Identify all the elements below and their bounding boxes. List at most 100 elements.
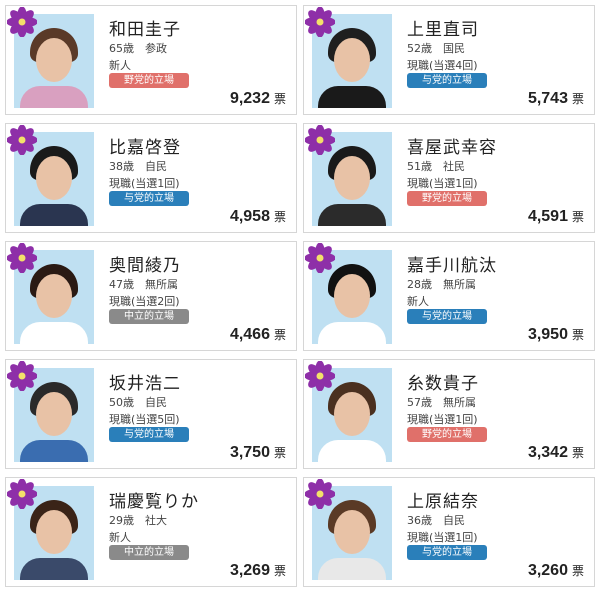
vote-number: 3,750 bbox=[229, 444, 270, 461]
flower-icon bbox=[7, 125, 37, 155]
candidate-name: 奥間綾乃 bbox=[109, 256, 181, 276]
candidate-age-party: 51歳 社民 bbox=[407, 160, 465, 173]
photo-face bbox=[36, 38, 72, 82]
stance-badge: 中立的立場 bbox=[109, 309, 189, 324]
candidate-name: 糸数貴子 bbox=[407, 374, 479, 394]
candidate-age-party: 57歳 無所属 bbox=[407, 396, 476, 409]
vote-count: 3,269 票 bbox=[230, 562, 286, 580]
flower-icon bbox=[305, 125, 335, 155]
photo-clothes bbox=[318, 440, 386, 462]
vote-unit: 票 bbox=[273, 328, 286, 342]
photo-clothes bbox=[318, 86, 386, 108]
candidate-status: 現職(当選4回) bbox=[407, 59, 478, 72]
candidate-age-party: 38歳 自民 bbox=[109, 160, 167, 173]
candidate-card-7[interactable]: 坂井浩二 50歳 自民 現職(当選5回) 与党的立場 3,750 票 bbox=[5, 359, 297, 469]
vote-unit: 票 bbox=[571, 564, 584, 578]
photo-clothes bbox=[318, 558, 386, 580]
candidate-status: 現職(当選1回) bbox=[407, 531, 478, 544]
flower-icon bbox=[7, 479, 37, 509]
candidate-status: 新人 bbox=[109, 59, 131, 72]
photo-face bbox=[334, 38, 370, 82]
candidate-status: 現職(当選2回) bbox=[109, 295, 180, 308]
candidate-name: 坂井浩二 bbox=[109, 374, 181, 394]
candidate-card-3[interactable]: 比嘉啓登 38歳 自民 現職(当選1回) 与党的立場 4,958 票 bbox=[5, 123, 297, 233]
candidate-card-6[interactable]: 嘉手川航汰 28歳 無所属 新人 与党的立場 3,950 票 bbox=[303, 241, 595, 351]
vote-count: 4,958 票 bbox=[230, 208, 286, 226]
vote-number: 4,466 bbox=[229, 326, 270, 343]
flower-icon bbox=[305, 361, 335, 391]
vote-number: 3,269 bbox=[229, 562, 270, 579]
candidate-card-10[interactable]: 上原結奈 36歳 自民 現職(当選1回) 与党的立場 3,260 票 bbox=[303, 477, 595, 587]
vote-unit: 票 bbox=[571, 328, 584, 342]
photo-clothes bbox=[318, 322, 386, 344]
flower-icon bbox=[305, 479, 335, 509]
candidate-card-5[interactable]: 奥間綾乃 47歳 無所属 現職(当選2回) 中立的立場 4,466 票 bbox=[5, 241, 297, 351]
vote-count: 3,750 票 bbox=[230, 444, 286, 462]
photo-clothes bbox=[20, 558, 88, 580]
vote-count: 9,232 票 bbox=[230, 90, 286, 108]
vote-unit: 票 bbox=[571, 210, 584, 224]
candidate-status: 現職(当選1回) bbox=[407, 413, 478, 426]
vote-number: 9,232 bbox=[229, 90, 270, 107]
flower-icon bbox=[305, 7, 335, 37]
candidate-age-party: 29歳 社大 bbox=[109, 514, 167, 527]
photo-clothes bbox=[20, 204, 88, 226]
vote-number: 3,342 bbox=[527, 444, 568, 461]
vote-number: 3,260 bbox=[527, 562, 568, 579]
stance-badge: 与党的立場 bbox=[109, 427, 189, 442]
photo-face bbox=[36, 392, 72, 436]
candidate-name: 上原結奈 bbox=[407, 492, 479, 512]
candidate-card-2[interactable]: 上里直司 52歳 国民 現職(当選4回) 与党的立場 5,743 票 bbox=[303, 5, 595, 115]
flower-icon bbox=[7, 361, 37, 391]
candidate-status: 現職(当選1回) bbox=[109, 177, 180, 190]
photo-face bbox=[36, 510, 72, 554]
vote-unit: 票 bbox=[273, 564, 286, 578]
candidate-status: 新人 bbox=[109, 531, 131, 544]
candidate-card-8[interactable]: 糸数貴子 57歳 無所属 現職(当選1回) 野党的立場 3,342 票 bbox=[303, 359, 595, 469]
stance-badge: 与党的立場 bbox=[407, 73, 487, 88]
vote-unit: 票 bbox=[273, 210, 286, 224]
candidate-age-party: 47歳 無所属 bbox=[109, 278, 178, 291]
candidate-status: 現職(当選1回) bbox=[407, 177, 478, 190]
candidate-age-party: 28歳 無所属 bbox=[407, 278, 476, 291]
photo-face bbox=[334, 392, 370, 436]
vote-unit: 票 bbox=[273, 92, 286, 106]
vote-count: 5,743 票 bbox=[528, 90, 584, 108]
vote-unit: 票 bbox=[571, 92, 584, 106]
vote-count: 3,342 票 bbox=[528, 444, 584, 462]
candidate-card-1[interactable]: 和田圭子 65歳 参政 新人 野党的立場 9,232 票 bbox=[5, 5, 297, 115]
candidate-age-party: 36歳 自民 bbox=[407, 514, 465, 527]
photo-face bbox=[334, 510, 370, 554]
vote-count: 4,466 票 bbox=[230, 326, 286, 344]
photo-face bbox=[334, 274, 370, 318]
vote-unit: 票 bbox=[571, 446, 584, 460]
candidate-name: 瑞慶覧りか bbox=[109, 492, 199, 512]
candidate-name: 嘉手川航汰 bbox=[407, 256, 497, 276]
stance-badge: 与党的立場 bbox=[109, 191, 189, 206]
candidate-age-party: 52歳 国民 bbox=[407, 42, 465, 55]
candidate-age-party: 65歳 参政 bbox=[109, 42, 167, 55]
candidate-name: 比嘉啓登 bbox=[109, 138, 181, 158]
candidate-grid: 和田圭子 65歳 参政 新人 野党的立場 9,232 票 上里直司 52歳 国民 … bbox=[5, 5, 595, 587]
stance-badge: 野党的立場 bbox=[109, 73, 189, 88]
photo-clothes bbox=[318, 204, 386, 226]
vote-number: 5,743 bbox=[527, 90, 568, 107]
flower-icon bbox=[7, 7, 37, 37]
photo-face bbox=[36, 156, 72, 200]
candidate-name: 上里直司 bbox=[407, 20, 479, 40]
photo-clothes bbox=[20, 440, 88, 462]
vote-unit: 票 bbox=[273, 446, 286, 460]
candidate-card-9[interactable]: 瑞慶覧りか 29歳 社大 新人 中立的立場 3,269 票 bbox=[5, 477, 297, 587]
vote-count: 3,950 票 bbox=[528, 326, 584, 344]
candidate-card-4[interactable]: 喜屋武幸容 51歳 社民 現職(当選1回) 野党的立場 4,591 票 bbox=[303, 123, 595, 233]
stance-badge: 野党的立場 bbox=[407, 427, 487, 442]
candidate-age-party: 50歳 自民 bbox=[109, 396, 167, 409]
stance-badge: 野党的立場 bbox=[407, 191, 487, 206]
candidate-name: 和田圭子 bbox=[109, 20, 181, 40]
photo-clothes bbox=[20, 86, 88, 108]
stance-badge: 中立的立場 bbox=[109, 545, 189, 560]
vote-number: 4,591 bbox=[527, 208, 568, 225]
flower-icon bbox=[305, 243, 335, 273]
candidate-status: 現職(当選5回) bbox=[109, 413, 180, 426]
vote-number: 4,958 bbox=[229, 208, 270, 225]
